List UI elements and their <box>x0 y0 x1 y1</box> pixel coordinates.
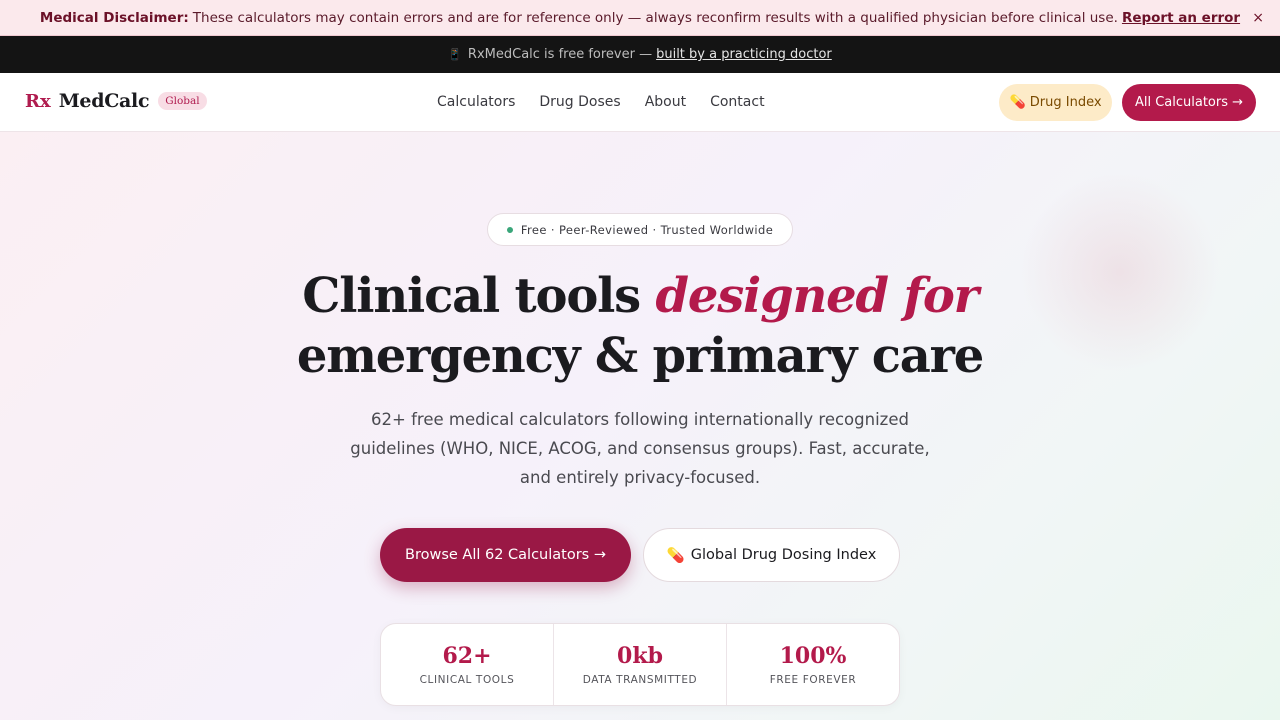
top-navigation: Rx MedCalc Global Calculators Drug Doses… <box>0 73 1280 132</box>
nav-link-contact[interactable]: Contact <box>710 94 764 110</box>
hero-section: Free · Peer-Reviewed · Trusted Worldwide… <box>0 132 1280 720</box>
disclaimer-label: Medical Disclaimer: <box>39 9 189 26</box>
nav-link-about[interactable]: About <box>645 94 686 110</box>
trust-pill-text: Free · Peer-Reviewed · Trusted Worldwide <box>520 222 774 237</box>
stats-card: 62+ CLINICAL TOOLS 0kb DATA TRANSMITTED … <box>380 623 900 706</box>
hero-title-line2: emergency & primary care <box>296 328 984 384</box>
stat-data-transmitted: 0kb DATA TRANSMITTED <box>554 624 727 705</box>
stat-value: 62+ <box>442 643 492 669</box>
stat-label: DATA TRANSMITTED <box>582 674 698 686</box>
medical-disclaimer-banner: Medical Disclaimer: These calculators ma… <box>0 0 1280 36</box>
practicing-doctor-link[interactable]: built by a practicing doctor <box>656 47 832 62</box>
drug-dosing-index-button[interactable]: 💊 Global Drug Dosing Index <box>643 528 900 582</box>
site-logo[interactable]: Rx MedCalc Global <box>25 90 207 112</box>
hero-title-line1: Clinical tools designed for <box>0 268 1280 324</box>
stat-label: FREE FOREVER <box>769 674 857 686</box>
free-forever-bar: 📱 RxMedCalc is free forever — built by a… <box>0 36 1280 73</box>
region-badge: Global <box>158 92 207 110</box>
nav-link-calculators[interactable]: Calculators <box>437 94 515 110</box>
nav-links: Calculators Drug Doses About Contact <box>437 94 765 110</box>
stat-label: CLINICAL TOOLS <box>419 674 515 686</box>
pill-icon: 💊 <box>666 547 685 564</box>
logo-name: MedCalc <box>58 90 150 112</box>
phone-icon: 📱 <box>448 48 462 61</box>
stat-free-forever: 100% FREE FOREVER <box>727 624 899 705</box>
report-error-link[interactable]: Report an error <box>1122 10 1240 26</box>
drug-index-button[interactable]: 💊 Drug Index <box>999 84 1112 121</box>
hero-title-accent: designed for <box>655 268 979 324</box>
hero-title-part1: Clinical tools <box>302 268 656 324</box>
stat-value: 100% <box>779 643 847 669</box>
disclaimer-text: These calculators may contain errors and… <box>192 9 1118 26</box>
close-icon[interactable]: × <box>1252 10 1264 26</box>
browse-calculators-button[interactable]: Browse All 62 Calculators → <box>380 528 631 582</box>
logo-rx: Rx <box>25 90 51 112</box>
free-forever-text: RxMedCalc is free forever — <box>467 47 653 62</box>
stat-clinical-tools: 62+ CLINICAL TOOLS <box>381 624 554 705</box>
stat-value: 0kb <box>617 643 663 669</box>
hero-subtitle: 62+ free medical calculators following i… <box>350 410 930 487</box>
drug-dosing-index-label: Global Drug Dosing Index <box>690 547 877 563</box>
all-calculators-button[interactable]: All Calculators → <box>1122 84 1256 121</box>
status-dot-icon <box>506 226 513 233</box>
nav-link-drug-doses[interactable]: Drug Doses <box>539 94 620 110</box>
trust-pill: Free · Peer-Reviewed · Trusted Worldwide <box>487 213 793 246</box>
